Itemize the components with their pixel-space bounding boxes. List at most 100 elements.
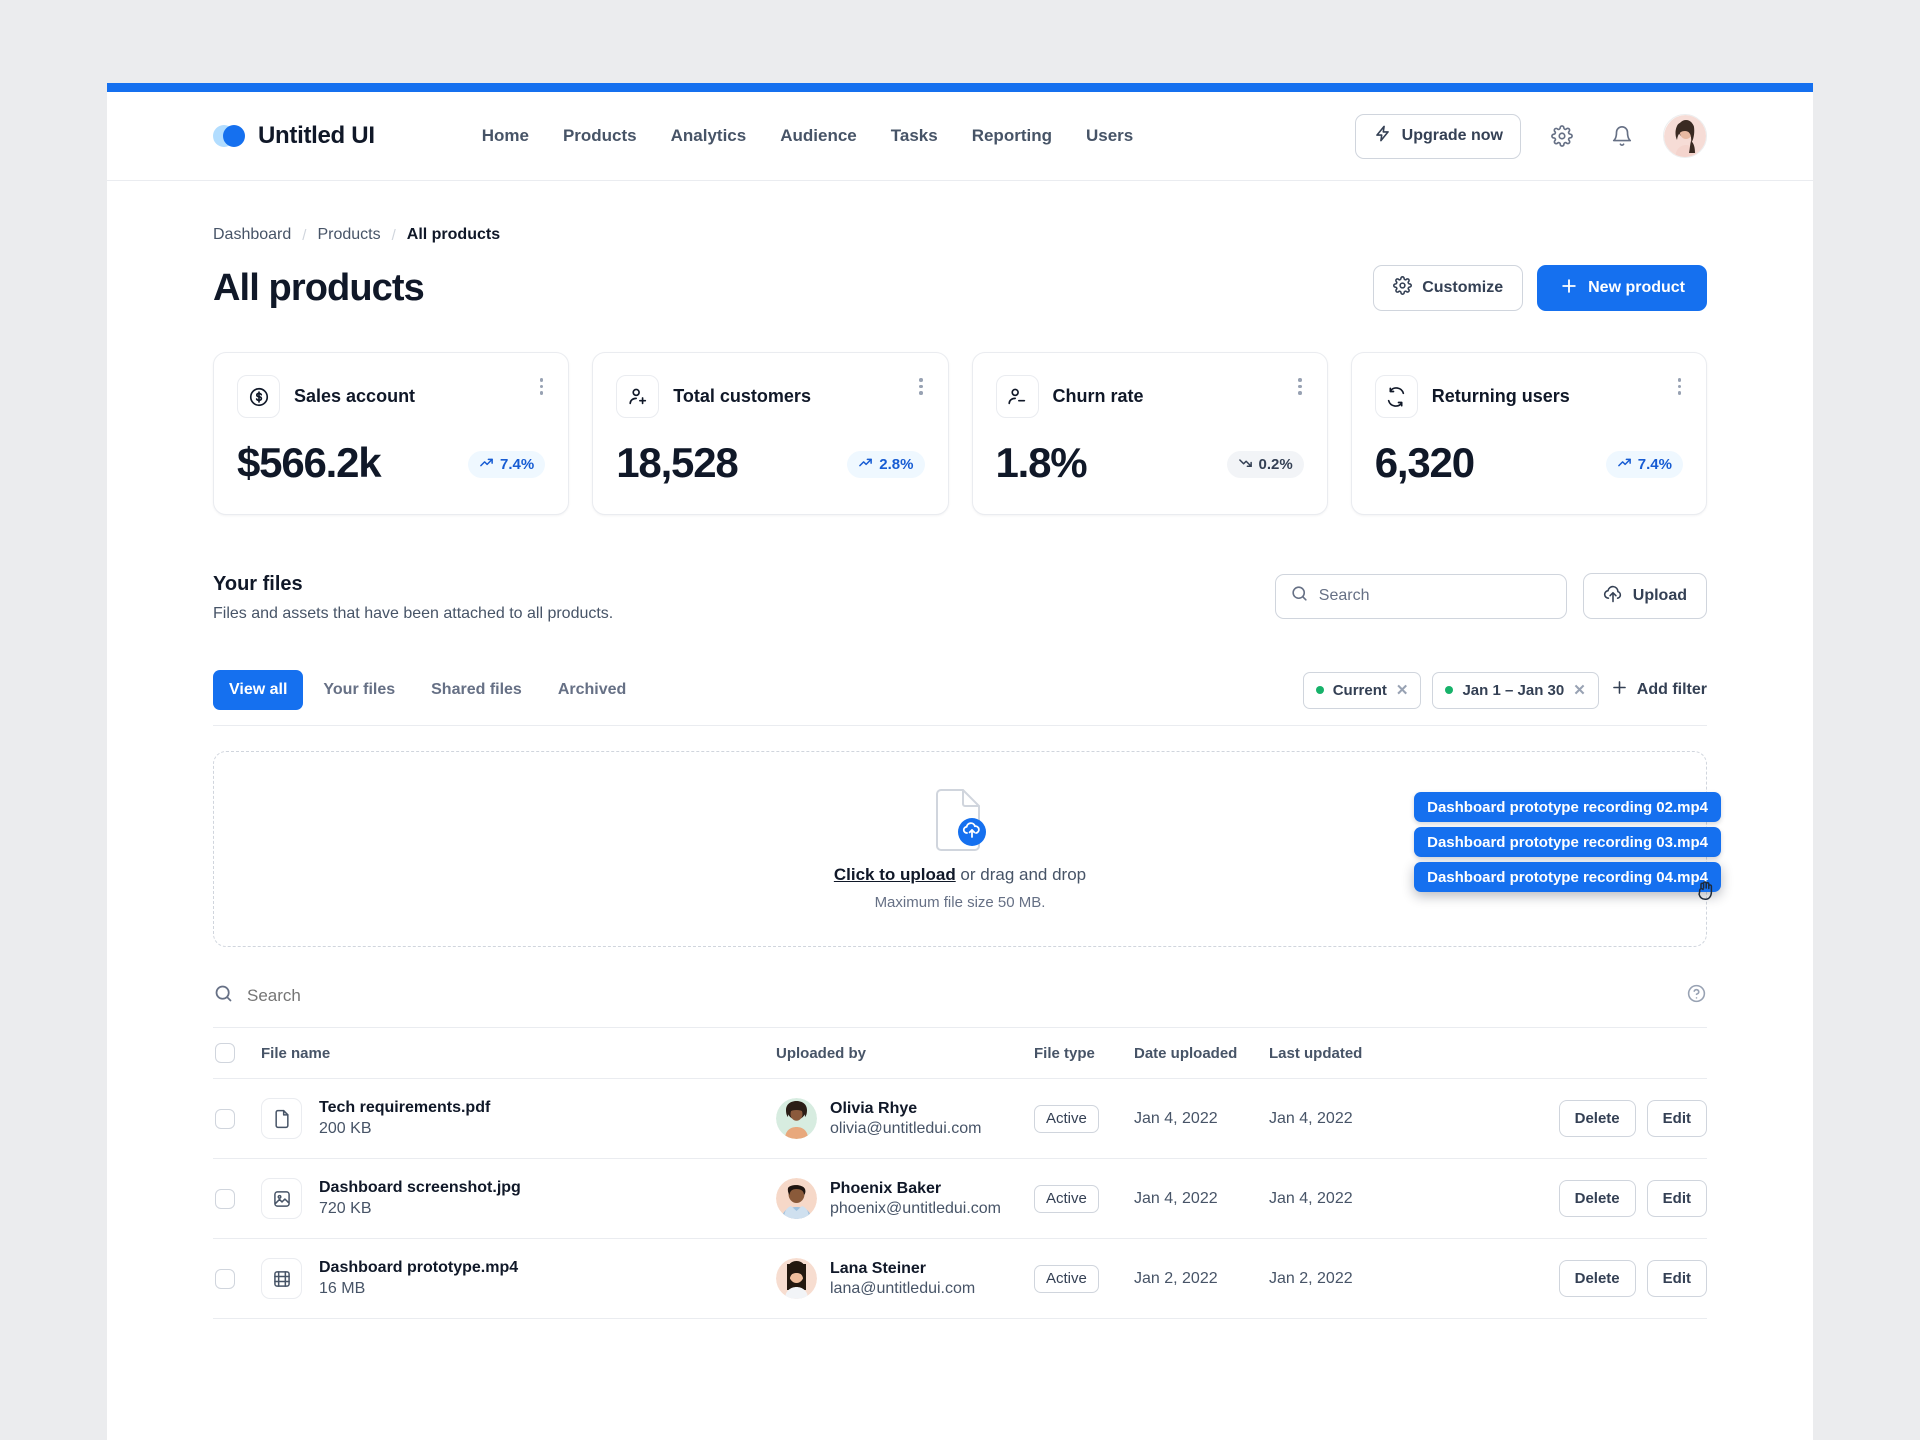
new-product-button[interactable]: New product: [1537, 265, 1707, 311]
table-search-row: [213, 965, 1707, 1027]
metric-more-options-button[interactable]: [1675, 375, 1685, 398]
new-product-label: New product: [1588, 279, 1685, 296]
filter-label: Jan 1 – Jan 30: [1462, 681, 1565, 699]
file-dropzone[interactable]: Click to upload or drag and drop Maximum…: [213, 751, 1721, 947]
dollar-circle-icon: [237, 375, 280, 418]
metric-delta-value: 7.4%: [500, 456, 535, 473]
column-date-uploaded[interactable]: Date uploaded: [1134, 1027, 1269, 1079]
column-last-updated[interactable]: Last updated: [1269, 1027, 1429, 1079]
brand-logo[interactable]: Untitled UI: [213, 122, 375, 150]
customize-button[interactable]: Customize: [1373, 265, 1524, 311]
nav-item-home[interactable]: Home: [482, 126, 529, 146]
trend-up-icon: [858, 455, 873, 474]
tab-archived[interactable]: Archived: [542, 670, 642, 710]
file-name-cell: Dashboard prototype.mp4 16 MB: [261, 1238, 776, 1319]
uploaded-by-cell: Lana Steiner lana@untitledui.com: [776, 1238, 1034, 1319]
user-name: Phoenix Baker: [830, 1179, 942, 1197]
avatar: [776, 1098, 817, 1139]
select-all-checkbox[interactable]: [215, 1043, 235, 1063]
file-name: Tech requirements.pdf: [319, 1099, 491, 1116]
delete-button[interactable]: Delete: [1558, 1180, 1636, 1217]
filter-pill-current[interactable]: Current ✕: [1302, 671, 1422, 709]
drag-pill[interactable]: Dashboard prototype recording 03.mp4: [1414, 827, 1721, 857]
nav-item-analytics[interactable]: Analytics: [671, 126, 747, 146]
upload-button[interactable]: Upload: [1582, 573, 1707, 619]
gear-icon[interactable]: [1543, 117, 1581, 155]
metric-delta-badge: 7.4%: [468, 451, 546, 478]
edit-button[interactable]: Edit: [1646, 1260, 1707, 1297]
last-updated-cell: Jan 4, 2022: [1269, 1078, 1429, 1159]
edit-button[interactable]: Edit: [1646, 1180, 1707, 1217]
table-row[interactable]: Tech requirements.pdf 200 KB Olivia Rhye…: [213, 1078, 1707, 1159]
uploaded-by-cell: Olivia Rhye olivia@untitledui.com: [776, 1078, 1034, 1159]
avatar[interactable]: [1663, 114, 1707, 158]
breadcrumb-products[interactable]: Products: [317, 226, 380, 244]
nav-item-audience[interactable]: Audience: [780, 126, 857, 146]
metric-more-options-button[interactable]: [537, 375, 547, 398]
file-size: 720 KB: [319, 1200, 372, 1217]
help-circle-icon[interactable]: [1686, 983, 1707, 1009]
row-checkbox[interactable]: [215, 1268, 235, 1289]
file-size: 16 MB: [319, 1280, 366, 1297]
tab-view-all[interactable]: View all: [213, 670, 304, 710]
breadcrumb: Dashboard / Products / All products: [213, 226, 1707, 244]
bell-icon[interactable]: [1603, 117, 1641, 155]
nav-item-reporting[interactable]: Reporting: [972, 126, 1052, 146]
customize-label: Customize: [1422, 279, 1504, 296]
files-table: File name Uploaded by File type Date upl…: [213, 1027, 1707, 1319]
metric-more-options-button[interactable]: [916, 375, 926, 398]
close-icon[interactable]: ✕: [1396, 681, 1409, 699]
user-email: olivia@untitledui.com: [830, 1119, 982, 1137]
add-filter-label: Add filter: [1636, 681, 1707, 698]
page-title: All products: [213, 266, 425, 309]
files-search-box[interactable]: [1274, 573, 1567, 619]
tab-your-files[interactable]: Your files: [307, 670, 411, 710]
add-filter-button[interactable]: Add filter: [1610, 678, 1707, 702]
metric-value: 6,320: [1374, 439, 1475, 486]
metric-delta-value: 2.8%: [879, 456, 914, 473]
status-badge: Active: [1034, 1264, 1099, 1293]
video-file-icon: [261, 1258, 302, 1299]
dropzone-text: Click to upload or drag and drop: [834, 865, 1086, 885]
row-select-cell: [213, 1078, 261, 1159]
column-file-name[interactable]: File name: [261, 1027, 776, 1079]
metric-label: Total customers: [673, 386, 811, 406]
breadcrumb-dashboard[interactable]: Dashboard: [213, 226, 291, 244]
column-file-type[interactable]: File type: [1034, 1027, 1134, 1079]
active-filters: Current ✕ Jan 1 – Jan 30 ✕ Add filter: [1302, 671, 1707, 709]
column-uploaded-by[interactable]: Uploaded by: [776, 1027, 1034, 1079]
delete-button[interactable]: Delete: [1558, 1260, 1636, 1297]
avatar: [776, 1258, 817, 1299]
upgrade-now-label: Upgrade now: [1401, 127, 1503, 144]
breadcrumb-separator: /: [302, 226, 307, 244]
filter-pill-date-range[interactable]: Jan 1 – Jan 30 ✕: [1432, 671, 1599, 709]
files-search-input[interactable]: [1318, 587, 1552, 605]
file-type-cell: Active: [1034, 1158, 1134, 1239]
nav-item-users[interactable]: Users: [1086, 126, 1133, 146]
page-actions: Customize New product: [1373, 265, 1707, 311]
trend-up-icon: [479, 455, 494, 474]
delete-button[interactable]: Delete: [1558, 1100, 1636, 1137]
select-all-header: [213, 1027, 261, 1079]
filter-label: Current: [1332, 681, 1387, 699]
row-checkbox[interactable]: [215, 1188, 235, 1209]
close-icon[interactable]: ✕: [1573, 681, 1586, 699]
table-row[interactable]: Dashboard prototype.mp4 16 MB Lana Stein…: [213, 1238, 1707, 1319]
breadcrumb-all-products[interactable]: All products: [407, 226, 500, 244]
table-search-input[interactable]: [247, 986, 647, 1006]
drag-pill[interactable]: Dashboard prototype recording 02.mp4: [1414, 792, 1721, 822]
click-to-upload-link[interactable]: Click to upload: [834, 865, 956, 884]
tab-shared-files[interactable]: Shared files: [415, 670, 538, 710]
header-actions: Upgrade now: [1354, 113, 1707, 159]
trend-up-icon: [1617, 455, 1632, 474]
upgrade-now-button[interactable]: Upgrade now: [1354, 113, 1521, 159]
metric-more-options-button[interactable]: [1295, 375, 1305, 398]
nav-item-products[interactable]: Products: [563, 126, 637, 146]
table-row[interactable]: Dashboard screenshot.jpg 720 KB Phoenix …: [213, 1158, 1707, 1239]
dragging-files-stack: Dashboard prototype recording 02.mp4 Das…: [1414, 792, 1721, 901]
nav-item-tasks[interactable]: Tasks: [891, 126, 938, 146]
file-name: Dashboard screenshot.jpg: [319, 1179, 521, 1196]
edit-button[interactable]: Edit: [1646, 1100, 1707, 1137]
row-checkbox[interactable]: [215, 1108, 235, 1129]
drag-pill[interactable]: Dashboard prototype recording 04.mp4: [1414, 862, 1721, 892]
